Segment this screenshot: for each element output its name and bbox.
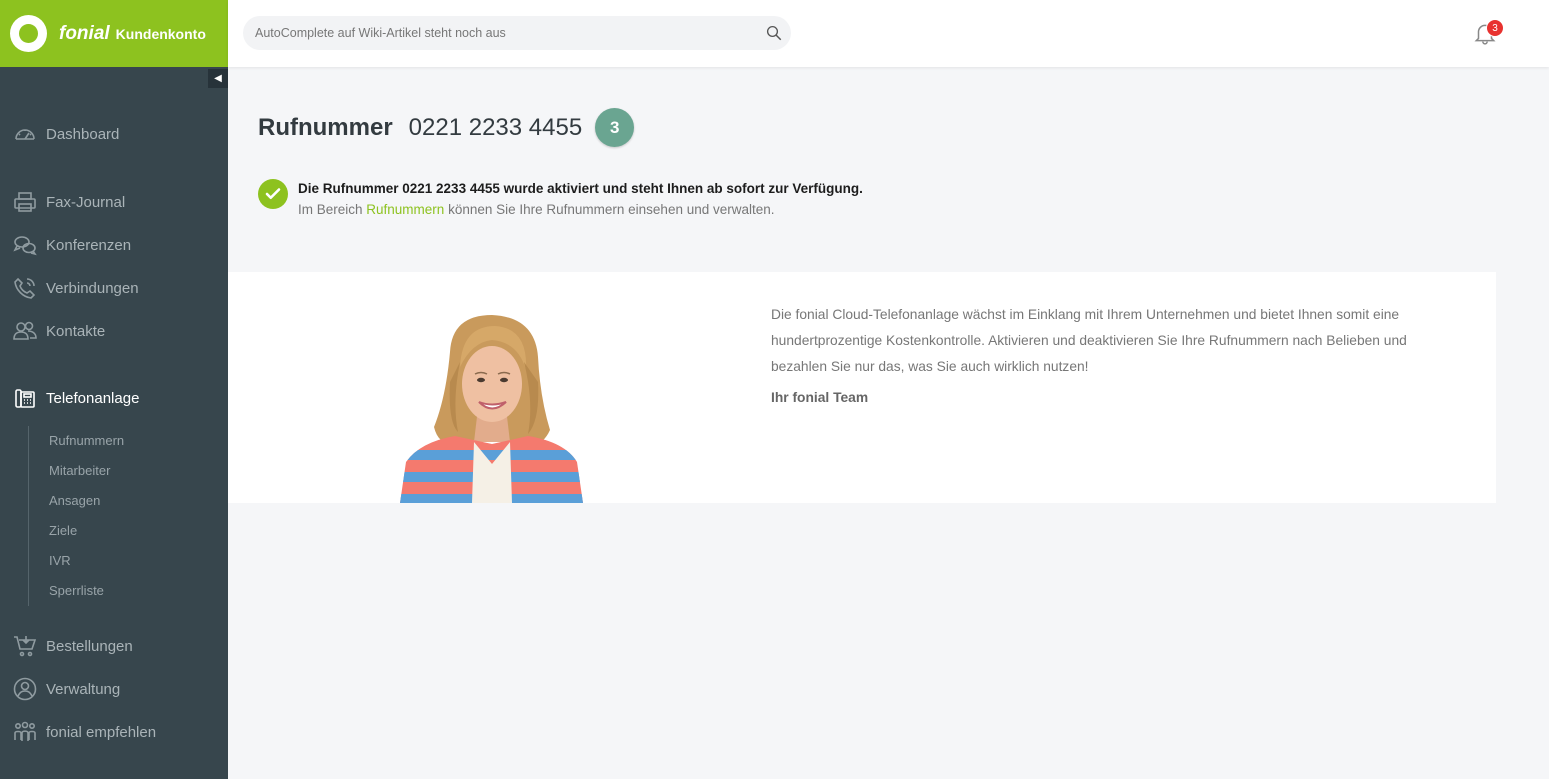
chat-bubbles-icon xyxy=(12,233,38,257)
sidebar-item-bestellungen[interactable]: Bestellungen xyxy=(0,629,228,663)
phone-number: 0221 2233 4455 xyxy=(408,113,583,141)
sidebar-item-label: Dashboard xyxy=(46,125,120,143)
subnav-item-rufnummern[interactable]: Rufnummern xyxy=(49,431,124,451)
subnav-item-ivr[interactable]: IVR xyxy=(49,551,71,571)
sidebar-item-label: Verbindungen xyxy=(46,279,139,297)
user-circle-icon xyxy=(12,677,38,701)
sidebar-item-verwaltung[interactable]: Verwaltung xyxy=(0,672,228,706)
collapse-sidebar-button[interactable]: ◀ xyxy=(208,69,228,88)
telefonanlage-subnav: Rufnummern Mitarbeiter Ansagen Ziele IVR… xyxy=(28,426,208,606)
sidebar-item-label: Konferenzen xyxy=(46,236,132,254)
brand-header[interactable]: fonial Kundenkonto xyxy=(0,0,228,67)
sidebar-item-fax-journal[interactable]: Fax-Journal xyxy=(0,185,228,219)
people-icon xyxy=(12,720,38,744)
topbar: 3 xyxy=(228,0,1549,67)
notification-count-badge: 3 xyxy=(1486,19,1504,37)
sidebar-item-telefonanlage[interactable]: Telefonanlage xyxy=(0,381,228,415)
search-icon[interactable] xyxy=(765,24,783,42)
cart-icon xyxy=(12,634,38,658)
sidebar-item-label: Kontakte xyxy=(46,322,106,340)
subnav-item-ansagen[interactable]: Ansagen xyxy=(49,491,100,511)
brand-subtitle: Kundenkonto xyxy=(115,25,206,42)
phone-icon xyxy=(12,276,38,300)
support-person-image xyxy=(400,315,583,503)
notice-title: Die Rufnummer 0221 2233 4455 wurde aktiv… xyxy=(298,181,863,196)
promo-signature: Ihr fonial Team xyxy=(771,390,869,405)
sidebar-item-verbindungen[interactable]: Verbindungen xyxy=(0,271,228,305)
subnav-item-sperrliste[interactable]: Sperrliste xyxy=(49,581,104,601)
sidebar-item-kontakte[interactable]: Kontakte xyxy=(0,314,228,348)
sidebar-item-label: Fax-Journal xyxy=(46,193,126,211)
page-title: Rufnummer 0221 2233 4455 3 xyxy=(258,108,635,147)
sidebar-item-label: Telefonanlage xyxy=(46,389,140,407)
search-bar xyxy=(243,16,791,50)
sidebar-item-label: fonial empfehlen xyxy=(46,723,157,741)
step-badge: 3 xyxy=(595,108,635,147)
sidebar-item-label: Bestellungen xyxy=(46,637,133,655)
sidebar-item-dashboard[interactable]: Dashboard xyxy=(0,117,228,151)
sidebar-item-fonial-empfehlen[interactable]: fonial empfehlen xyxy=(0,715,228,749)
promo-text: Die fonial Cloud-Telefonanlage wächst im… xyxy=(771,307,1407,374)
sidebar-item-konferenzen[interactable]: Konferenzen xyxy=(0,228,228,262)
sidebar-item-label: Verwaltung xyxy=(46,680,121,698)
subnav-item-mitarbeiter[interactable]: Mitarbeiter xyxy=(49,461,110,481)
notice-text-before: Im Bereich xyxy=(298,202,367,217)
notice-text: Im Bereich Rufnummern können Sie Ihre Ru… xyxy=(298,199,863,221)
sidebar: fonial Kundenkonto ◀ Dashboard Fax-Journ… xyxy=(0,0,228,779)
subnav-item-ziele[interactable]: Ziele xyxy=(49,521,77,541)
fonial-logo xyxy=(10,15,47,52)
brand-name: fonial xyxy=(59,22,110,44)
printer-icon xyxy=(12,190,38,214)
rufnummern-link[interactable]: Rufnummern xyxy=(366,202,444,217)
notice-text-after: können Sie Ihre Rufnummern einsehen und … xyxy=(444,202,775,217)
page-title-label: Rufnummer xyxy=(258,113,393,141)
success-notice: Die Rufnummer 0221 2233 4455 wurde aktiv… xyxy=(258,179,863,221)
check-circle-icon xyxy=(258,179,288,209)
contacts-icon xyxy=(12,319,38,343)
speedometer-icon xyxy=(12,122,38,146)
search-input[interactable] xyxy=(255,26,745,40)
desk-phone-icon xyxy=(12,386,38,410)
promo-panel: Die fonial Cloud-Telefonanlage wächst im… xyxy=(228,272,1496,503)
